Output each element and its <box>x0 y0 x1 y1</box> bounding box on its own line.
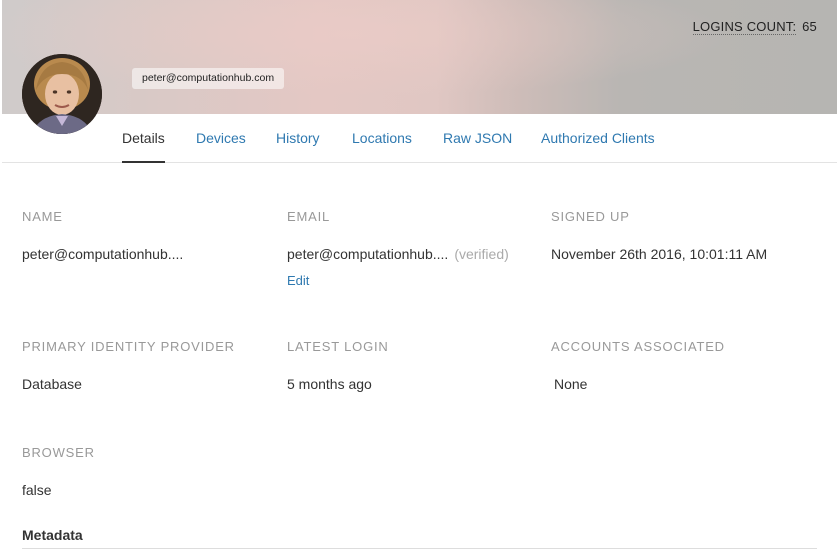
tab-authorized-clients[interactable]: Authorized Clients <box>541 130 655 146</box>
tab-devices[interactable]: Devices <box>196 130 246 146</box>
profile-header-banner <box>2 0 837 114</box>
email-value-row: peter@computationhub.... (verified) <box>287 246 509 262</box>
metadata-divider <box>22 548 817 549</box>
avatar <box>22 54 102 134</box>
metadata-section-title: Metadata <box>22 527 83 543</box>
logins-count-label: LOGINS COUNT: <box>692 19 797 35</box>
tab-history[interactable]: History <box>276 130 320 146</box>
tab-details[interactable]: Details <box>122 130 165 146</box>
signed-up-value: November 26th 2016, 10:01:11 AM <box>551 246 768 262</box>
browser-label: BROWSER <box>22 445 95 460</box>
details-tabs: Details Devices History Locations Raw JS… <box>2 114 837 163</box>
primary-identity-provider-value: Database <box>22 376 82 392</box>
email-verified-status: (verified) <box>454 246 509 262</box>
avatar-photo-icon <box>22 54 102 134</box>
tab-raw-json[interactable]: Raw JSON <box>443 130 512 146</box>
signed-up-label: SIGNED UP <box>551 209 630 224</box>
active-tab-indicator <box>122 161 165 163</box>
name-value: peter@computationhub.... <box>22 246 184 262</box>
user-details-panel: LOGINS COUNT: 65 peter@computationhub.co… <box>2 0 837 552</box>
user-email-chip: peter@computationhub.com <box>132 68 285 89</box>
name-label: NAME <box>22 209 63 224</box>
logins-count: LOGINS COUNT: 65 <box>692 19 817 35</box>
accounts-associated-label: ACCOUNTS ASSOCIATED <box>551 339 725 354</box>
accounts-associated-value: None <box>554 376 588 392</box>
tab-locations[interactable]: Locations <box>352 130 412 146</box>
latest-login-label: LATEST LOGIN <box>287 339 389 354</box>
primary-identity-provider-label: PRIMARY IDENTITY PROVIDER <box>22 339 235 354</box>
browser-value: false <box>22 482 52 498</box>
edit-email-link[interactable]: Edit <box>287 273 309 288</box>
email-label: EMAIL <box>287 209 331 224</box>
email-value: peter@computationhub.... <box>287 246 449 262</box>
logins-count-value: 65 <box>802 19 817 34</box>
latest-login-value: 5 months ago <box>287 376 372 392</box>
